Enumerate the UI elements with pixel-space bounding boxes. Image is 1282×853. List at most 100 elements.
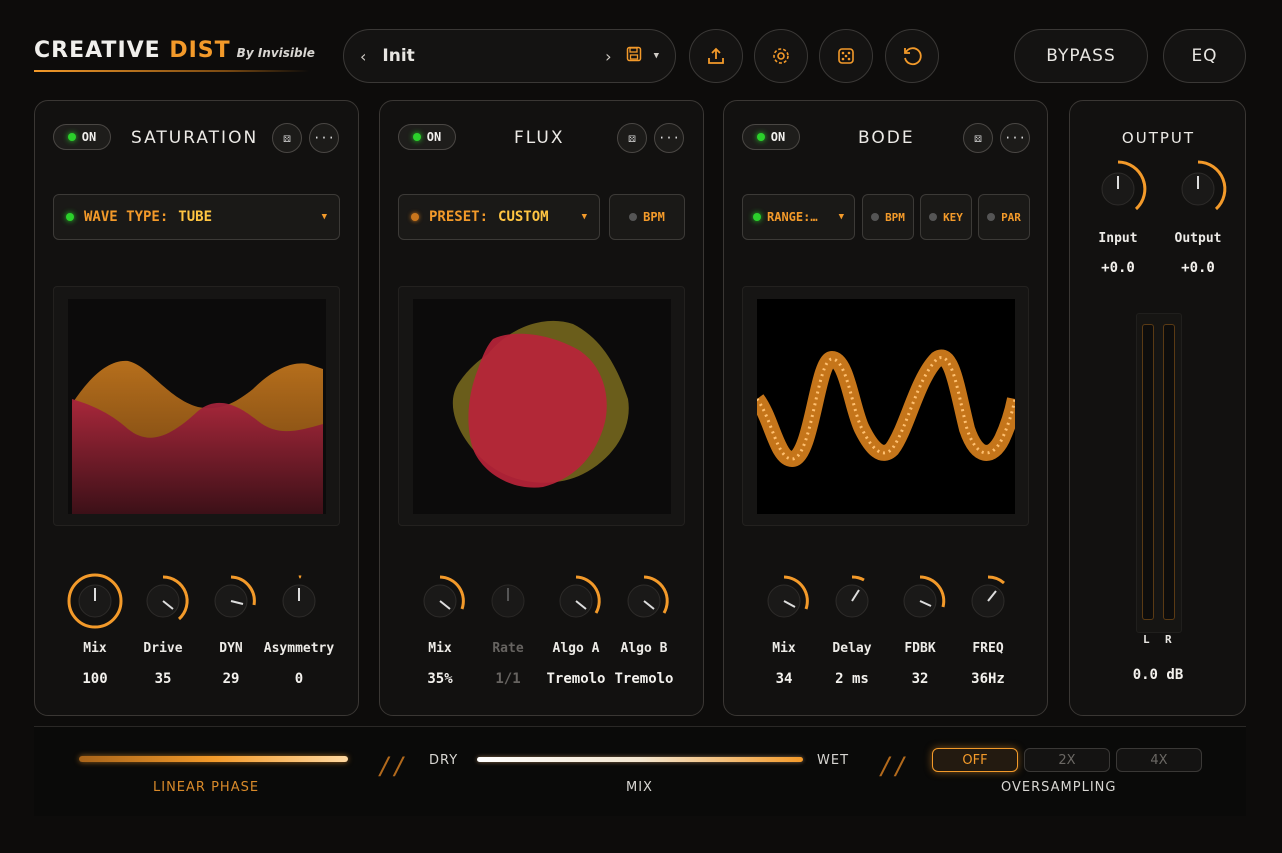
reset-button[interactable] <box>885 29 939 83</box>
bode-menu-button[interactable]: ··· <box>1000 123 1030 153</box>
preset-browser: ‹ Init › ▼ <box>343 29 676 83</box>
freq-knob[interactable] <box>956 571 1022 631</box>
dry-wet-mix-slider[interactable] <box>477 757 803 762</box>
chevron-down-icon: ▼ <box>838 212 844 222</box>
bode-randomize-button[interactable]: ⚄ <box>963 123 993 153</box>
drive-knob[interactable] <box>131 571 197 631</box>
save-menu-caret-icon[interactable]: ▼ <box>654 51 659 61</box>
algo-b-value: Tremolo <box>614 671 674 687</box>
freq-value: 36Hz <box>971 671 1005 687</box>
saturation-power-toggle[interactable]: ON <box>53 124 111 150</box>
led-icon <box>66 213 74 221</box>
flux-title: FLUX <box>514 128 565 148</box>
more-icon: ··· <box>313 131 335 145</box>
oversampling-4x-button[interactable]: 4X <box>1116 748 1202 772</box>
bode-bpm-button[interactable]: BPM <box>862 194 914 240</box>
output-gain-knob[interactable] <box>1168 159 1228 219</box>
upload-icon <box>708 47 724 64</box>
bpm-label: BPM <box>885 210 905 224</box>
fdbk-knob[interactable] <box>888 571 954 631</box>
saturation-menu-button[interactable]: ··· <box>309 123 339 153</box>
brand-by: By Invisible <box>236 46 315 60</box>
more-icon: ··· <box>1004 131 1026 145</box>
saturation-randomize-button[interactable]: ⚄ <box>272 123 302 153</box>
meter-left-label: L <box>1143 633 1150 646</box>
key-label: KEY <box>943 210 963 224</box>
dice-icon: ⚄ <box>283 131 291 145</box>
bode-panel: ON BODE ⚄ ··· RANGE:… ▼ BPM KEY PAR Mix … <box>723 100 1048 716</box>
bode-power-toggle[interactable]: ON <box>742 124 800 150</box>
flux-blob <box>452 320 629 488</box>
flux-preset-dropdown[interactable]: PRESET: CUSTOM ▼ <box>398 194 600 240</box>
range-label: RANGE:… <box>767 210 818 224</box>
level-meter <box>1136 313 1182 633</box>
dice-icon <box>838 48 854 64</box>
logo-underline <box>34 70 309 72</box>
preset-value: CUSTOM <box>498 209 549 225</box>
flux-panel: ON FLUX ⚄ ··· PRESET: CUSTOM ▼ BPM Mix R… <box>379 100 704 716</box>
wave-type-dropdown[interactable]: WAVE TYPE: TUBE ▼ <box>53 194 340 240</box>
flux-menu-button[interactable]: ··· <box>654 123 684 153</box>
eq-button[interactable]: EQ <box>1163 29 1246 83</box>
flux-randomize-button[interactable]: ⚄ <box>617 123 647 153</box>
asymmetry-value: 0 <box>294 671 304 687</box>
output-label: Output <box>1174 231 1222 246</box>
asymmetry-knob[interactable] <box>267 571 333 631</box>
oversampling-2x-button[interactable]: 2X <box>1024 748 1110 772</box>
mix-label: MIX <box>626 780 653 795</box>
dyn-knob[interactable] <box>199 571 265 631</box>
led-icon <box>871 213 880 221</box>
preset-next-icon[interactable]: › <box>605 47 611 66</box>
mix-knob[interactable] <box>63 571 129 631</box>
undo-icon <box>904 47 922 66</box>
meter-right-bar <box>1163 324 1175 620</box>
wave-type-value: TUBE <box>178 209 213 225</box>
oversampling-label: OVERSAMPLING <box>1001 780 1117 795</box>
linear-phase-slider[interactable] <box>79 756 348 762</box>
bode-key-button[interactable]: KEY <box>920 194 972 240</box>
output-value: +0.0 <box>1181 260 1215 276</box>
range-dropdown[interactable]: RANGE:… ▼ <box>742 194 855 240</box>
chevron-down-icon: ▼ <box>581 212 587 222</box>
flux-mix-knob[interactable] <box>408 571 474 631</box>
input-value: +0.0 <box>1101 260 1135 276</box>
saturation-waveform <box>72 360 323 514</box>
saturation-title: SATURATION <box>131 128 259 148</box>
delay-knob[interactable] <box>820 571 886 631</box>
export-button[interactable] <box>689 29 743 83</box>
randomize-button[interactable] <box>819 29 873 83</box>
asymmetry-label: Asymmetry <box>263 641 335 656</box>
chevron-down-icon: ▼ <box>321 212 327 222</box>
wave-type-label: WAVE TYPE: <box>84 209 169 225</box>
led-icon <box>753 213 761 221</box>
meter-left-bar <box>1142 324 1154 620</box>
separator-icon: // <box>378 752 407 780</box>
bypass-button[interactable]: BYPASS <box>1014 29 1148 83</box>
linear-phase-label: LINEAR PHASE <box>153 780 260 795</box>
power-led-icon <box>412 133 421 141</box>
output-title: OUTPUT <box>1121 129 1196 147</box>
flux-power-toggle[interactable]: ON <box>398 124 456 150</box>
gear-icon <box>773 48 789 64</box>
algo-b-knob[interactable] <box>612 571 678 631</box>
par-label: PAR <box>1001 210 1021 224</box>
dice-icon: ⚄ <box>628 131 636 145</box>
oversampling-off-button[interactable]: OFF <box>932 748 1018 772</box>
bode-title: BODE <box>858 128 915 148</box>
save-icon[interactable] <box>626 46 642 66</box>
toggle-label: ON <box>426 130 442 144</box>
bode-mix-knob[interactable] <box>752 571 818 631</box>
settings-button[interactable] <box>754 29 808 83</box>
output-panel: OUTPUT Input Output +0.0 +0.0 L R 0.0 dB <box>1069 100 1246 716</box>
brand-accent: DIST <box>169 38 231 63</box>
algo-a-knob[interactable] <box>544 571 610 631</box>
preset-name[interactable]: Init <box>382 46 605 66</box>
preset-prev-icon[interactable]: ‹ <box>360 47 366 66</box>
led-icon <box>987 213 996 221</box>
meter-db-readout: 0.0 dB <box>1132 667 1184 683</box>
input-gain-knob[interactable] <box>1088 159 1148 219</box>
flux-bpm-button[interactable]: BPM <box>609 194 685 240</box>
bode-par-button[interactable]: PAR <box>978 194 1030 240</box>
rate-knob[interactable] <box>476 571 542 631</box>
power-led-icon <box>67 133 76 141</box>
